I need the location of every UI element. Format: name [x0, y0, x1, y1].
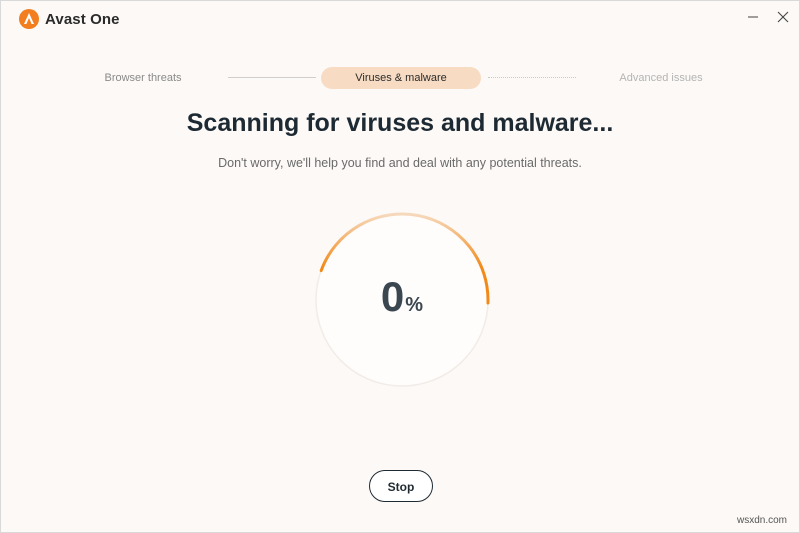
minimize-icon [748, 16, 758, 18]
close-icon [777, 11, 789, 23]
close-button[interactable] [773, 7, 793, 27]
step-viruses-malware: Viruses & malware [321, 67, 481, 89]
step-browser-threats: Browser threats [104, 72, 182, 84]
title-bar: Avast One [1, 1, 799, 37]
scan-stepper: Browser threats Viruses & malware Advanc… [1, 67, 799, 91]
minimize-button[interactable] [743, 7, 763, 27]
page-subtitle: Don't worry, we'll help you find and dea… [218, 156, 582, 170]
page-title: Scanning for viruses and malware... [186, 109, 614, 137]
app-window: Avast One Browser threats Viruses & malw… [0, 0, 800, 533]
avast-logo-icon [19, 9, 39, 29]
progress-readout: 0% [311, 273, 493, 321]
progress-percent-unit: % [405, 294, 424, 316]
step-connector-completed [228, 77, 316, 78]
stop-button[interactable]: Stop [369, 470, 433, 502]
app-title: Avast One [45, 10, 120, 28]
step-connector-pending [488, 77, 576, 78]
app-logo: Avast One [19, 9, 120, 29]
progress-percent-value: 0 [380, 273, 405, 320]
watermark: wsxdn.com [736, 515, 787, 526]
step-advanced-issues: Advanced issues [619, 72, 703, 84]
